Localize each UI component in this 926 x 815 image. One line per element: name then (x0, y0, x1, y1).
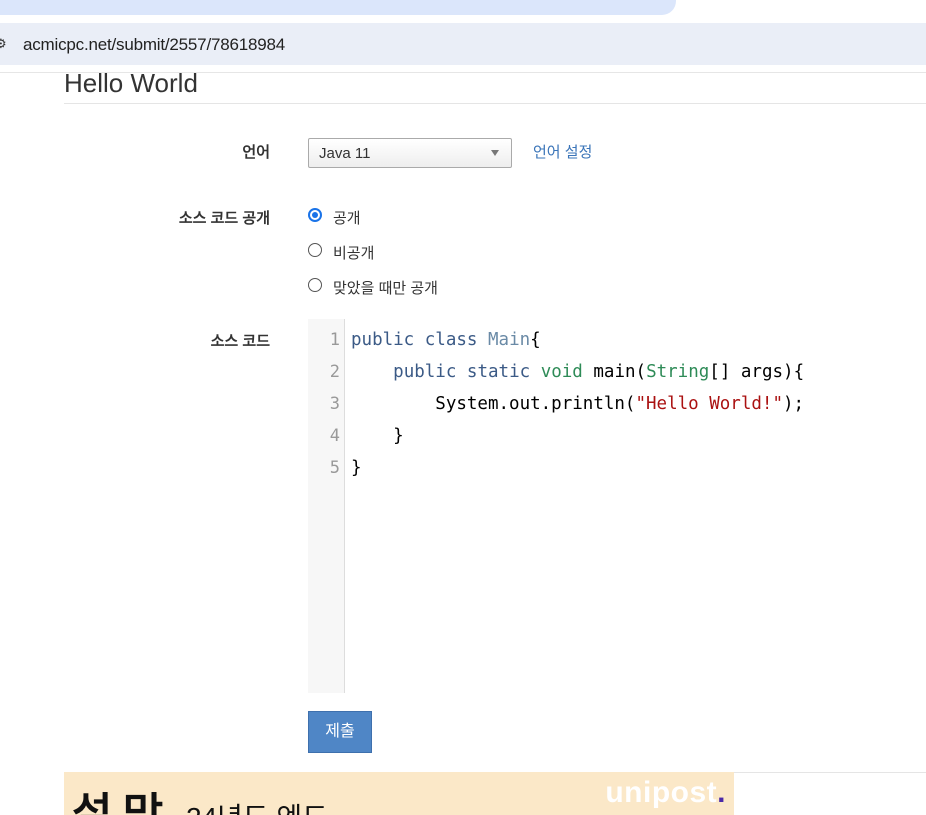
line-number-gutter: 1 2 3 4 5 (308, 319, 345, 693)
line-number: 4 (329, 426, 340, 446)
footer-divider (734, 772, 926, 773)
source-code-label: 소스 코드 (210, 333, 270, 350)
radio-button-checked[interactable] (308, 208, 322, 222)
code-line[interactable]: } (351, 420, 404, 452)
language-select-value: Java 11 (319, 145, 371, 162)
ad-subline: 24년도 엔드 (186, 796, 328, 815)
visibility-option-label: 맞았을 때만 공개 (333, 280, 438, 297)
address-url[interactable]: acmicpc.net/submit/2557/78618984 (23, 35, 285, 55)
visibility-option-label: 공개 (333, 210, 361, 227)
browser-tab-strip (0, 0, 926, 23)
site-info-icon[interactable]: ⚙ (0, 37, 7, 51)
code-line[interactable]: public class Main{ (351, 324, 541, 356)
submit-button[interactable]: 제출 (308, 711, 372, 753)
language-select[interactable]: Java 11 (308, 138, 512, 168)
visibility-option-label: 비공개 (333, 245, 375, 262)
code-line[interactable]: System.out.println("Hello World!"); (351, 388, 804, 420)
chevron-down-icon (491, 150, 499, 156)
line-number: 1 (329, 330, 340, 350)
radio-button[interactable] (308, 243, 322, 257)
language-label: 언어 (242, 144, 270, 161)
visibility-label: 소스 코드 공개 (178, 210, 270, 227)
code-line[interactable]: public static void main(String[] args){ (351, 356, 804, 388)
language-settings-link[interactable]: 언어 설정 (533, 141, 592, 162)
line-number: 2 (329, 362, 340, 382)
ad-logo-text: unipost (605, 776, 718, 809)
browser-active-tab[interactable] (0, 0, 676, 15)
ad-banner[interactable]: 설 맞 24년도 엔드 unipost. (64, 772, 734, 815)
ad-logo: unipost. (605, 776, 726, 810)
ad-headline: 설 맞 (72, 790, 163, 815)
line-number: 5 (329, 458, 340, 478)
code-editor[interactable]: 1 2 3 4 5 public class Main{ public stat… (308, 319, 926, 693)
ad-logo-dot: . (717, 776, 726, 809)
page-title: Hello World (64, 68, 198, 98)
code-line[interactable]: } (351, 452, 362, 484)
line-number: 3 (329, 394, 340, 414)
title-divider (64, 103, 926, 104)
radio-button[interactable] (308, 278, 322, 292)
